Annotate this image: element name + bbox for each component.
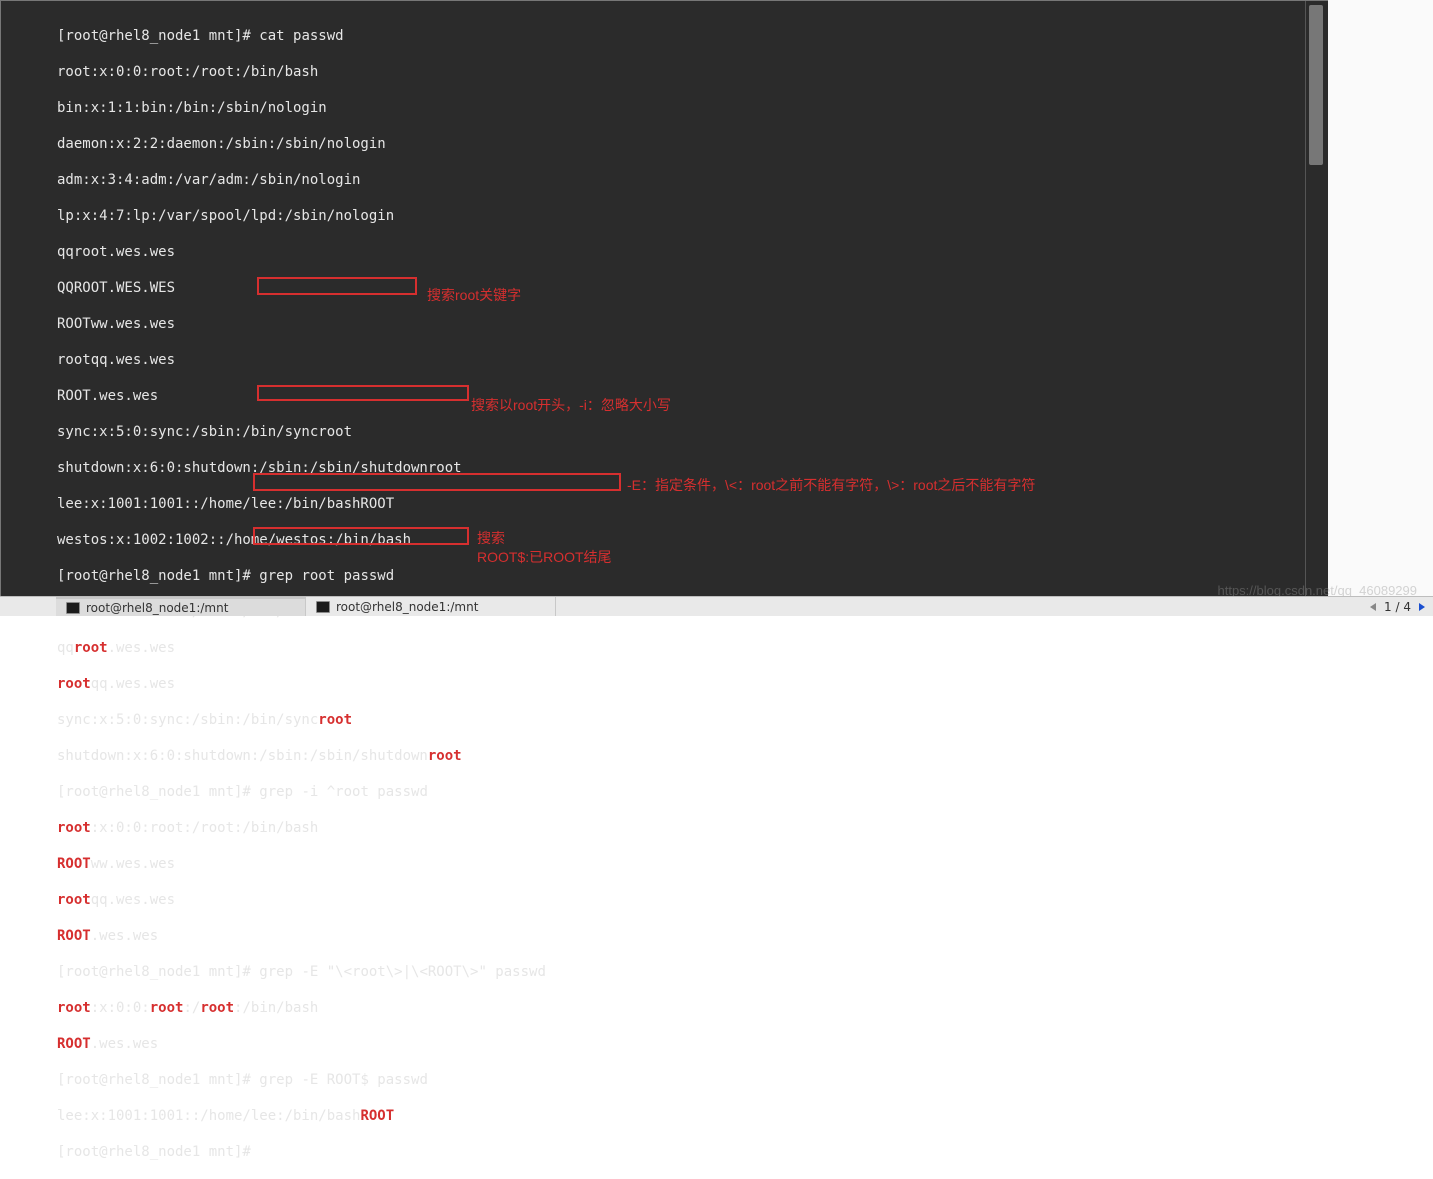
terminal-scrollbar[interactable] — [1305, 1, 1327, 597]
match: ROOT — [57, 928, 91, 944]
terminal-output[interactable]: [root@rhel8_node1 mnt]# cat passwd root:… — [1, 1, 1305, 597]
output-line: root:x:0:0:root:/root:/bin/bash — [57, 63, 1305, 81]
pager-label: 1 / 4 — [1384, 600, 1411, 614]
grep-output: rootqq.wes.wes — [57, 675, 1305, 693]
cmd-grep-e-eol: grep -E ROOT$ passwd — [259, 1072, 428, 1088]
terminal-icon — [66, 602, 80, 614]
prompt-line: [root@rhel8_node1 mnt]# grep -E ROOT$ pa… — [57, 1071, 1305, 1089]
output-line: rootqq.wes.wes — [57, 351, 1305, 369]
match: root — [57, 676, 91, 692]
output-line: sync:x:5:0:sync:/sbin:/bin/syncroot — [57, 423, 1305, 441]
grep-output: sync:x:5:0:sync:/sbin:/bin/syncroot — [57, 711, 1305, 729]
prompt: [root@rhel8_node1 mnt]# — [57, 1144, 259, 1160]
prompt: [root@rhel8_node1 mnt]# — [57, 568, 259, 584]
cmd-grep-i-root: grep -i ^root passwd — [259, 784, 428, 800]
taskbar-item-terminal-1[interactable]: root@rhel8_node1:/mnt — [56, 597, 306, 616]
grep-output: ROOT.wes.wes — [57, 927, 1305, 945]
output-line: qqroot.wes.wes — [57, 243, 1305, 261]
annotation-grep4b: ROOT$:已ROOT结尾 — [477, 547, 612, 567]
taskbar-item-terminal-2[interactable]: root@rhel8_node1:/mnt — [306, 597, 556, 616]
taskbar-flex-spacer — [556, 597, 1362, 616]
output-line: daemon:x:2:2:daemon:/sbin:/sbin/nologin — [57, 135, 1305, 153]
cmd-cat: cat passwd — [259, 28, 343, 44]
match: root — [74, 640, 108, 656]
workspace-pager[interactable]: 1 / 4 — [1362, 597, 1433, 616]
grep-output: lee:x:1001:1001::/home/lee:/bin/bashROOT — [57, 1107, 1305, 1125]
prompt: [root@rhel8_node1 mnt]# — [57, 28, 259, 44]
page-background-right — [1328, 0, 1433, 596]
output-line: ROOT.wes.wes — [57, 387, 1305, 405]
chevron-left-icon[interactable] — [1370, 603, 1376, 611]
terminal-window: [root@rhel8_node1 mnt]# cat passwd root:… — [0, 0, 1328, 596]
match: root — [57, 892, 91, 908]
match: root — [150, 1000, 184, 1016]
annotation-grep2: 搜索以root开头，-i：忽略大小写 — [471, 395, 671, 415]
prompt: [root@rhel8_node1 mnt]# — [57, 1072, 259, 1088]
scrollbar-thumb[interactable] — [1309, 5, 1323, 165]
prompt: [root@rhel8_node1 mnt]# — [57, 784, 259, 800]
output-line: westos:x:1002:1002::/home/westos:/bin/ba… — [57, 531, 1305, 549]
prompt-line: [root@rhel8_node1 mnt]# grep root passwd — [57, 567, 1305, 585]
prompt: [root@rhel8_node1 mnt]# — [57, 964, 259, 980]
match: root — [200, 1000, 234, 1016]
grep-output: ROOT.wes.wes — [57, 1035, 1305, 1053]
prompt-line: [root@rhel8_node1 mnt]# — [57, 1143, 1305, 1161]
output-line: ROOTww.wes.wes — [57, 315, 1305, 333]
taskbar-item-label: root@rhel8_node1:/mnt — [336, 600, 478, 614]
output-line: lee:x:1001:1001::/home/lee:/bin/bashROOT — [57, 495, 1305, 513]
grep-output: root:x:0:0:root:/root:/bin/bash — [57, 999, 1305, 1017]
match: root — [57, 1000, 91, 1016]
prompt-line: [root@rhel8_node1 mnt]# grep -E "\<root\… — [57, 963, 1305, 981]
terminal-icon — [316, 601, 330, 613]
prompt-line: [root@rhel8_node1 mnt]# grep -i ^root pa… — [57, 783, 1305, 801]
grep-output: shutdown:x:6:0:shutdown:/sbin:/sbin/shut… — [57, 747, 1305, 765]
match: ROOT — [360, 1108, 394, 1124]
grep-output: qqroot.wes.wes — [57, 639, 1305, 657]
cmd-grep-e-word: grep -E "\<root\>|\<ROOT\>" passwd — [259, 964, 546, 980]
match: ROOT — [57, 856, 91, 872]
annotation-grep1: 搜索root关键字 — [427, 285, 521, 305]
taskbar: root@rhel8_node1:/mnt root@rhel8_node1:/… — [0, 596, 1433, 616]
grep-output: root:x:0:0:root:/root:/bin/bash — [57, 819, 1305, 837]
prompt-line: [root@rhel8_node1 mnt]# cat passwd — [57, 27, 1305, 45]
grep-output: rootqq.wes.wes — [57, 891, 1305, 909]
annotation-grep4a: 搜索 — [477, 528, 505, 548]
output-line: adm:x:3:4:adm:/var/adm:/sbin/nologin — [57, 171, 1305, 189]
output-line: lp:x:4:7:lp:/var/spool/lpd:/sbin/nologin — [57, 207, 1305, 225]
grep-output: ROOTww.wes.wes — [57, 855, 1305, 873]
match: root — [318, 712, 352, 728]
annotation-grep3: -E：指定条件，\<：root之前不能有字符，\>：root之后不能有字符 — [627, 475, 1035, 495]
output-line: QQROOT.WES.WES — [57, 279, 1305, 297]
chevron-right-icon[interactable] — [1419, 603, 1425, 611]
match: root — [428, 748, 462, 764]
output-line: bin:x:1:1:bin:/bin:/sbin/nologin — [57, 99, 1305, 117]
taskbar-spacer — [0, 597, 56, 616]
cmd-grep-root: grep root passwd — [259, 568, 394, 584]
match: root — [57, 820, 91, 836]
match: ROOT — [57, 1036, 91, 1052]
taskbar-item-label: root@rhel8_node1:/mnt — [86, 601, 228, 615]
